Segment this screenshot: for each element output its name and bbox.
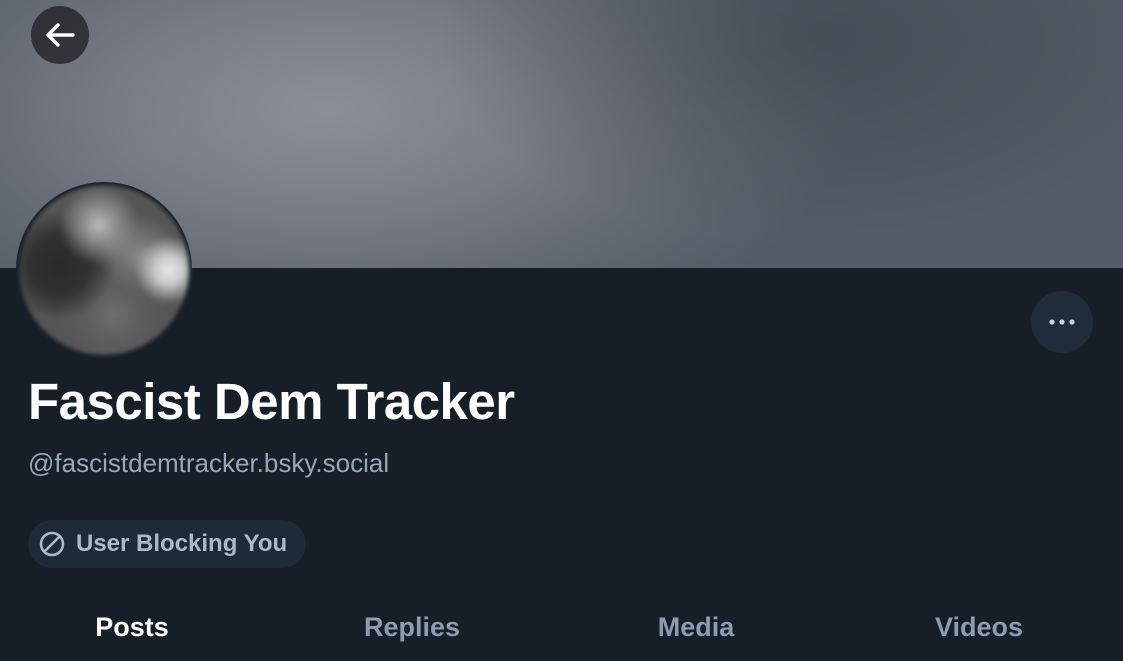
tab-replies[interactable]: Replies — [364, 612, 460, 643]
blocking-status-badge[interactable]: User Blocking You — [28, 520, 306, 568]
arrow-left-icon — [46, 23, 75, 47]
avatar-image — [19, 185, 189, 355]
blocking-status-label: User Blocking You — [76, 530, 288, 557]
more-options-button[interactable] — [1031, 291, 1093, 353]
tab-posts[interactable]: Posts — [95, 612, 169, 643]
tab-media[interactable]: Media — [658, 612, 735, 643]
user-handle: @fascistdemtracker.bsky.social — [28, 448, 390, 478]
display-name: Fascist Dem Tracker — [28, 373, 515, 430]
block-icon — [38, 530, 66, 558]
avatar[interactable] — [16, 182, 192, 358]
tab-videos[interactable]: Videos — [935, 612, 1023, 643]
ellipsis-icon — [1049, 319, 1075, 325]
profile-tabs: Posts Replies Media Videos — [0, 600, 1123, 661]
profile-page: Fascist Dem Tracker @fascistdemtracker.b… — [0, 0, 1123, 661]
back-button[interactable] — [31, 6, 89, 64]
